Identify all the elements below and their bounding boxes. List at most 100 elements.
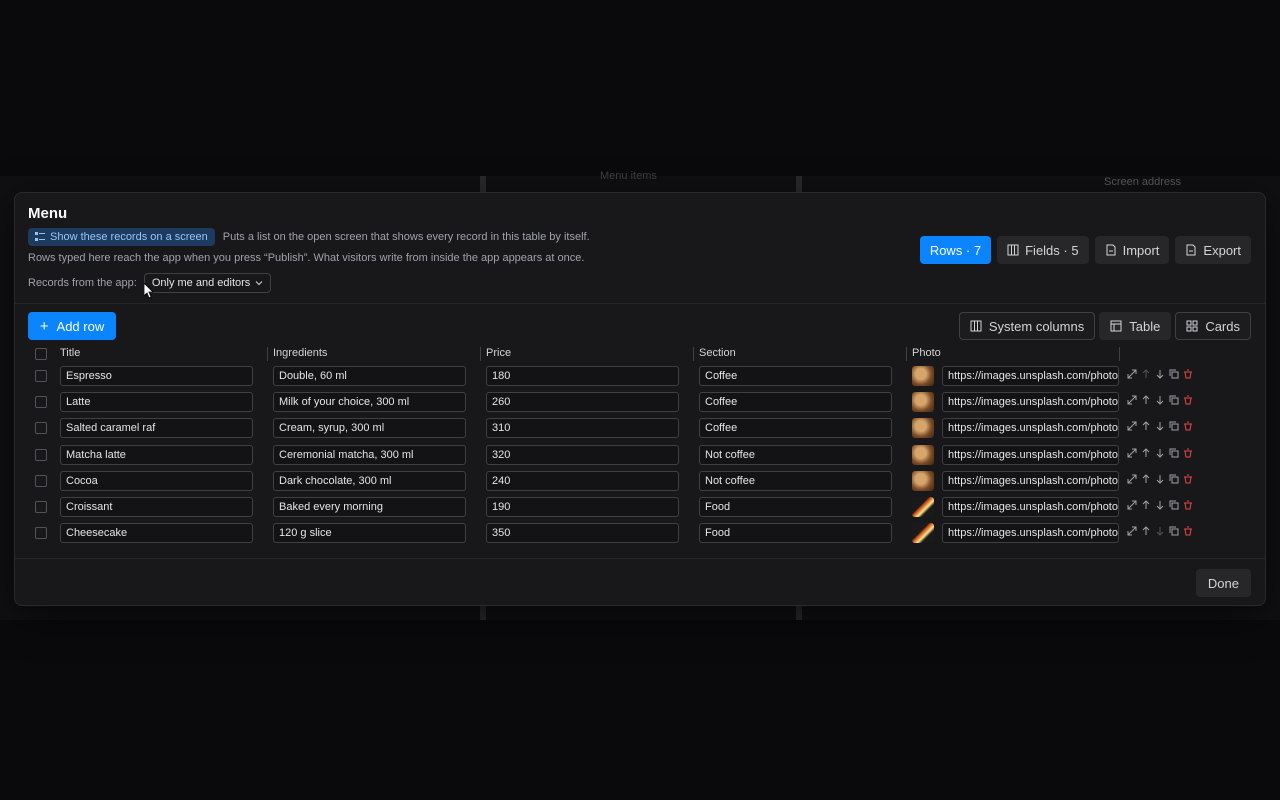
column-resizer[interactable] [1119,347,1120,361]
add-row-button[interactable]: + Add row [28,312,116,340]
done-button[interactable]: Done [1195,569,1251,597]
arrow-up-icon[interactable] [1141,500,1151,510]
title-field[interactable]: Latte [60,392,253,413]
row-checkbox[interactable] [35,474,47,487]
arrow-up-icon[interactable] [1141,474,1151,484]
list-icon [35,232,45,241]
trash-icon[interactable] [1183,395,1193,405]
ingredients-field[interactable]: Ceremonial matcha, 300 ml [273,444,466,465]
duplicate-icon[interactable] [1169,474,1179,484]
expand-icon[interactable] [1127,421,1137,431]
row-checkbox[interactable] [35,527,47,540]
arrow-down-icon[interactable] [1155,395,1165,405]
price-field[interactable]: 350 [486,523,679,544]
duplicate-icon[interactable] [1169,395,1179,405]
photo-url-field[interactable]: https://images.unsplash.com/photo [942,523,1119,544]
arrow-down-icon[interactable] [1155,474,1165,484]
section-field[interactable]: Coffee [699,392,892,413]
ingredients-field[interactable]: 120 g slice [273,523,466,544]
title-field[interactable]: Matcha latte [60,444,253,465]
expand-icon[interactable] [1127,500,1137,510]
ingredients-field[interactable]: Cream, syrup, 300 ml [273,418,466,439]
price-field[interactable]: 190 [486,496,679,517]
cards-view-button[interactable]: Cards [1175,312,1251,340]
ingredients-field[interactable]: Baked every morning [273,496,466,517]
price-field[interactable]: 310 [486,418,679,439]
arrow-down-icon[interactable] [1155,421,1165,432]
trash-icon[interactable] [1183,369,1193,379]
select-all-checkbox[interactable] [35,348,47,360]
photo-url-field[interactable]: https://images.unsplash.com/photo [942,470,1119,491]
expand-icon[interactable] [1127,395,1137,405]
photo-url-field[interactable]: https://images.unsplash.com/photo [942,418,1119,439]
ingredients-field[interactable]: Milk of your choice, 300 ml [273,392,466,413]
table-row: Latte Milk of your choice, 300 ml 260 Co… [28,389,1253,415]
duplicate-icon[interactable] [1169,421,1179,431]
tab-import[interactable]: Import [1094,236,1170,264]
section-field[interactable]: Not coffee [699,470,892,491]
title-field[interactable]: Cheesecake [60,523,253,544]
arrow-up-icon[interactable] [1141,526,1151,536]
photo-url-field[interactable]: https://images.unsplash.com/photo [942,392,1119,413]
arrow-up-icon[interactable] [1141,421,1151,431]
column-resizer[interactable] [480,347,481,361]
column-header-section: Section [699,347,736,359]
ingredients-field[interactable]: Double, 60 ml [273,366,466,386]
row-checkbox[interactable] [35,370,47,382]
photo-url-field[interactable]: https://images.unsplash.com/photo [942,366,1119,386]
photo-url-field[interactable]: https://images.unsplash.com/photo [942,496,1119,517]
header-divider [15,303,1265,304]
tab-export[interactable]: Export [1175,236,1251,264]
show-records-row: Show these records on a screen Puts a li… [28,228,590,246]
photo-url-field[interactable]: https://images.unsplash.com/photo [942,444,1119,465]
show-records-button[interactable]: Show these records on a screen [28,228,215,246]
price-field[interactable]: 260 [486,392,679,413]
section-field[interactable]: Not coffee [699,444,892,465]
arrow-down-icon[interactable] [1155,526,1165,536]
arrow-down-icon[interactable] [1155,448,1165,458]
tab-fields[interactable]: Fields · 5 [997,236,1089,264]
row-checkbox[interactable] [35,422,47,435]
section-field[interactable]: Coffee [699,418,892,439]
tab-rows[interactable]: Rows · 7 [919,236,992,264]
trash-icon[interactable] [1183,500,1193,510]
title-field[interactable]: Salted caramel raf [60,418,253,439]
row-checkbox[interactable] [35,396,47,409]
column-resizer[interactable] [693,347,694,361]
title-field[interactable]: Espresso [60,366,253,386]
price-field[interactable]: 320 [486,444,679,465]
arrow-down-icon[interactable] [1155,500,1165,510]
expand-icon[interactable] [1127,369,1137,379]
column-resizer[interactable] [906,347,907,361]
row-checkbox[interactable] [35,448,47,461]
trash-icon[interactable] [1183,448,1193,458]
section-field[interactable]: Food [699,523,892,544]
records-select[interactable]: Only me and editors [143,273,272,293]
title-field[interactable]: Cocoa [60,470,253,491]
expand-icon[interactable] [1127,448,1137,458]
trash-icon[interactable] [1183,474,1193,484]
price-field[interactable]: 180 [486,366,679,386]
arrow-up-icon[interactable] [1141,395,1151,405]
arrow-up-icon[interactable] [1141,369,1151,379]
arrow-up-icon[interactable] [1141,447,1151,458]
row-checkbox[interactable] [35,500,47,513]
system-columns-button[interactable]: System columns [958,312,1096,340]
title-field[interactable]: Croissant [60,496,253,517]
column-resizer[interactable] [267,347,268,361]
expand-icon[interactable] [1127,526,1137,536]
trash-icon[interactable] [1183,421,1193,431]
table-view-button[interactable]: Table [1099,312,1172,340]
trash-icon[interactable] [1183,526,1193,536]
arrow-down-icon[interactable] [1155,369,1165,379]
section-field[interactable]: Coffee [699,366,892,386]
row-actions [1127,447,1193,458]
section-field[interactable]: Food [699,496,892,517]
duplicate-icon[interactable] [1169,526,1179,536]
duplicate-icon[interactable] [1169,500,1179,510]
price-field[interactable]: 240 [486,470,679,491]
expand-icon[interactable] [1127,474,1137,484]
ingredients-field[interactable]: Dark chocolate, 300 ml [273,470,466,491]
duplicate-icon[interactable] [1169,369,1179,379]
duplicate-icon[interactable] [1169,448,1179,458]
